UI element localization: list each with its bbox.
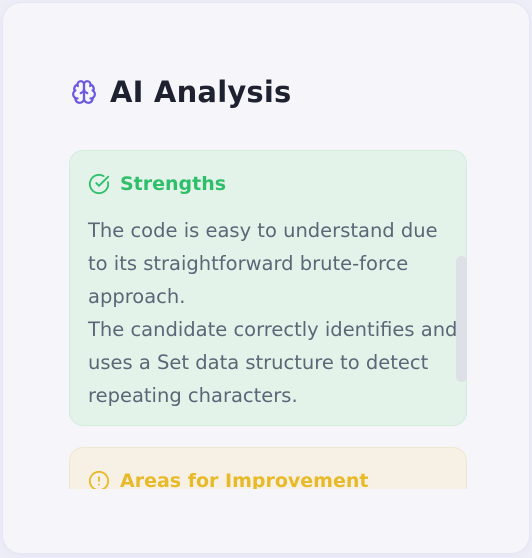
page-title: AI Analysis bbox=[110, 75, 292, 109]
strengths-header: Strengths bbox=[88, 173, 226, 195]
panel-header: AI Analysis bbox=[71, 73, 292, 111]
strengths-card: Strengths The code is easy to understand… bbox=[69, 150, 467, 426]
analysis-scroll-area[interactable]: Strengths The code is easy to understand… bbox=[69, 147, 469, 489]
alert-circle-icon bbox=[88, 470, 110, 489]
strengths-body: The code is easy to understand due to it… bbox=[88, 214, 458, 412]
check-circle-icon bbox=[88, 173, 110, 195]
improvements-card: Areas for Improvement bbox=[69, 447, 467, 489]
improvements-header: Areas for Improvement bbox=[88, 470, 368, 489]
brain-icon bbox=[72, 80, 96, 104]
scrollbar-thumb[interactable] bbox=[456, 256, 467, 382]
strengths-label: Strengths bbox=[120, 173, 227, 195]
strength-item: The code is easy to understand due to it… bbox=[88, 219, 438, 308]
improvements-label: Areas for Improvement bbox=[120, 470, 369, 489]
strength-item: The candidate correctly identifies and u… bbox=[88, 318, 458, 407]
ai-analysis-panel: AI Analysis Strengths The code is easy t… bbox=[3, 3, 529, 553]
